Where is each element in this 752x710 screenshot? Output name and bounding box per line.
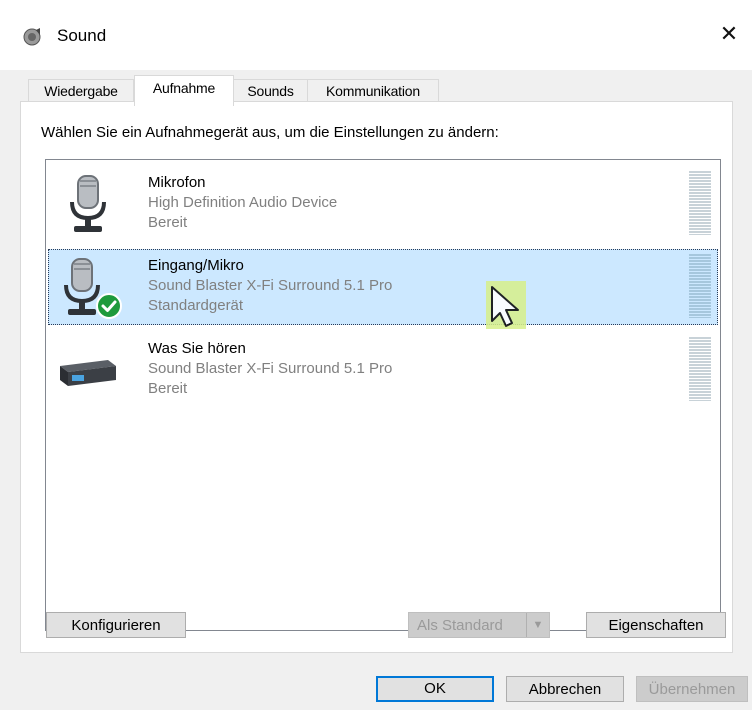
set-default-label: Als Standard — [417, 617, 503, 634]
mouse-cursor-highlight — [486, 281, 526, 329]
device-item-eingang-mikro[interactable]: Eingang/Mikro Sound Blaster X-Fi Surroun… — [48, 249, 718, 325]
device-name: Eingang/Mikro — [148, 257, 244, 274]
device-driver: Sound Blaster X-Fi Surround 5.1 Pro — [148, 360, 393, 377]
default-check-icon — [96, 293, 122, 319]
tab-panel: Wählen Sie ein Aufnahmegerät aus, um die… — [20, 101, 733, 653]
device-driver: High Definition Audio Device — [148, 194, 338, 211]
cursor-icon — [491, 286, 519, 327]
tab-aufnahme[interactable]: Aufnahme — [134, 75, 234, 106]
title-bar: Sound ✕ — [0, 0, 752, 70]
device-status: Standardgerät — [148, 297, 244, 314]
sound-device-icon — [60, 360, 116, 386]
device-item-mikrofon[interactable]: Mikrofon High Definition Audio Device Be… — [48, 166, 718, 242]
device-item-was-sie-hoeren[interactable]: Was Sie hören Sound Blaster X-Fi Surroun… — [48, 332, 718, 408]
close-button[interactable]: ✕ — [706, 14, 752, 54]
dialog-body: Wiedergabe Aufnahme Sounds Kommunikation… — [0, 70, 752, 710]
apply-button[interactable]: Übernehmen — [636, 676, 748, 702]
close-icon: ✕ — [719, 21, 739, 46]
level-meter — [689, 254, 711, 318]
properties-button[interactable]: Eigenschaften — [586, 612, 726, 638]
ok-button[interactable]: OK — [376, 676, 494, 702]
device-list: Mikrofon High Definition Audio Device Be… — [45, 159, 721, 631]
device-status: Bereit — [148, 380, 188, 397]
level-meter — [689, 171, 711, 235]
speaker-icon — [23, 28, 41, 46]
microphone-icon — [70, 175, 106, 232]
instruction-text: Wählen Sie ein Aufnahmegerät aus, um die… — [41, 124, 499, 141]
level-meter — [689, 337, 711, 401]
configure-button[interactable]: Konfigurieren — [46, 612, 186, 638]
cancel-button[interactable]: Abbrechen — [506, 676, 624, 702]
window-title: Sound — [57, 26, 107, 45]
device-status: Bereit — [148, 214, 188, 231]
chevron-down-icon: ▼ — [526, 613, 549, 637]
set-default-button[interactable]: Als Standard ▼ — [408, 612, 550, 638]
device-name: Mikrofon — [148, 174, 206, 191]
device-driver: Sound Blaster X-Fi Surround 5.1 Pro — [148, 277, 393, 294]
device-name: Was Sie hören — [148, 340, 246, 357]
